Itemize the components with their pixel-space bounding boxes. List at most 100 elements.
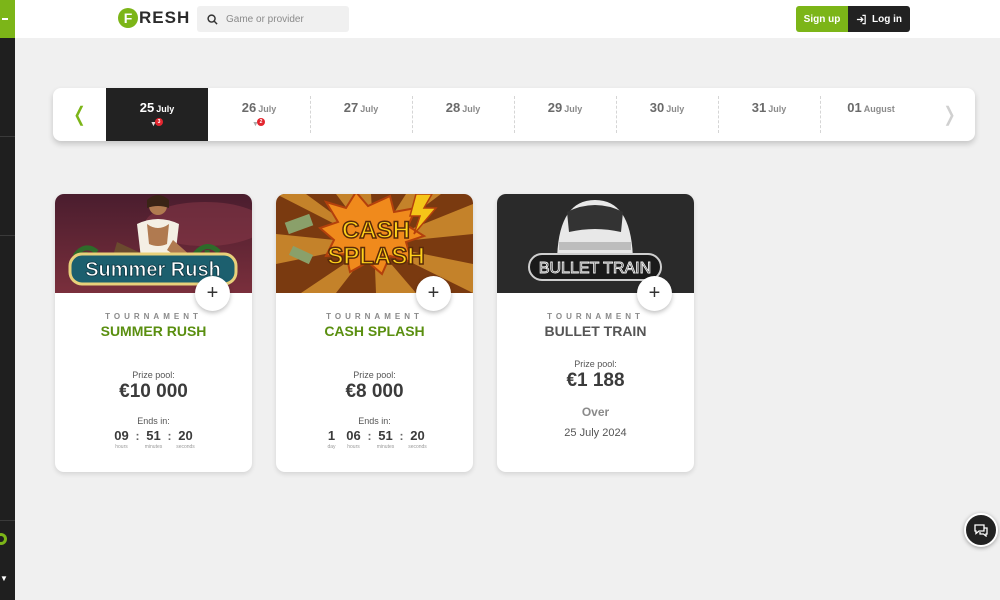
logo-mark: F: [118, 8, 138, 28]
chat-button[interactable]: [964, 513, 998, 547]
status-dot-icon[interactable]: [0, 533, 7, 545]
prize-pool-label: Prize pool:: [353, 370, 396, 380]
date-day: 30: [649, 100, 665, 115]
date-month: July: [462, 104, 481, 114]
tournament-count-badge: 2: [257, 118, 265, 126]
date-month: August: [863, 104, 895, 114]
date-day: 28: [445, 100, 461, 115]
signup-button[interactable]: Sign up: [796, 6, 848, 32]
plus-icon[interactable]: +: [637, 276, 672, 311]
date-tab[interactable]: 29 July: [514, 88, 616, 141]
login-label: Log in: [872, 13, 902, 25]
tournament-card[interactable]: BULLET TRAIN + TOURNAMENT BULLET TRAIN P…: [497, 194, 694, 472]
rail-divider: [0, 136, 15, 137]
tournament-count-badge: 3: [155, 118, 163, 126]
timer-unit: seconds: [176, 444, 195, 450]
date-month: July: [258, 104, 277, 114]
timer-unit: minutes: [144, 444, 163, 450]
search-box[interactable]: [197, 6, 349, 32]
timer-value: 20: [410, 428, 425, 443]
timer-seconds: 20 seconds: [407, 428, 429, 451]
date-day: 31: [751, 100, 767, 115]
prize-pool-amount: €1 188: [566, 370, 625, 391]
date-month: July: [666, 104, 685, 114]
timer-separator: :: [167, 429, 172, 443]
timer-value: 09: [114, 428, 129, 443]
timer-unit: day: [327, 444, 336, 450]
date-day: 26: [241, 100, 257, 115]
date-tab[interactable]: 26 July ▼ 2: [208, 88, 310, 141]
banner-title: Summer Rush: [85, 259, 221, 281]
prize-pool-amount: €8 000: [345, 381, 404, 402]
tournament-name: CASH SPLASH: [324, 323, 425, 339]
search-icon: [207, 13, 218, 25]
date-day: 29: [547, 100, 563, 115]
top-header: F RESH Sign up Log in: [15, 0, 1000, 38]
tournament-card[interactable]: CASH SPLASH + TOURNAMENT CASH SPLASH Pri…: [276, 194, 473, 472]
date-month: July: [360, 104, 379, 114]
timer-separator: :: [135, 429, 140, 443]
login-icon: [856, 14, 866, 24]
date-selector: ❬ 25 July ▼ 3 26 July ▼ 2 27 July 28 July 29…: [53, 88, 975, 141]
logo-wordmark: RESH: [139, 8, 191, 27]
timer-minutes: 51 minutes: [375, 428, 397, 451]
plus-icon[interactable]: +: [416, 276, 451, 311]
timer-value: 1: [327, 428, 336, 443]
date-tab[interactable]: 30 July: [616, 88, 718, 141]
tournament-card[interactable]: Summer Rush + TOURNAMENT SUMMER RUSH Pri…: [55, 194, 252, 472]
timer-unit: hours: [347, 444, 360, 450]
prize-pool-label: Prize pool:: [132, 370, 175, 380]
countdown-timer: 1 day 06 hours : 51 minutes : 20 seconds: [276, 428, 473, 451]
date-month: July: [768, 104, 787, 114]
timer-seconds: 20 seconds: [175, 428, 197, 451]
ends-in-label: Ends in:: [358, 416, 391, 426]
login-button[interactable]: Log in: [848, 6, 910, 32]
date-tab[interactable]: 25 July ▼ 3: [106, 88, 208, 141]
timer-value: 51: [378, 428, 393, 443]
prize-pool-amount: €10 000: [119, 381, 188, 402]
chat-icon: [974, 524, 988, 537]
date-day: 27: [343, 100, 359, 115]
timer-separator: :: [367, 429, 372, 443]
tournament-end-date: 25 July 2024: [564, 427, 627, 439]
timer-hours: 09 hours: [111, 428, 133, 451]
tournament-name: SUMMER RUSH: [100, 323, 207, 339]
chevron-left-icon[interactable]: ❬: [53, 88, 106, 141]
chevron-right-icon[interactable]: ❭: [924, 88, 975, 141]
date-tab[interactable]: 31 July: [718, 88, 820, 141]
prize-pool-label: Prize pool:: [574, 359, 617, 369]
timer-minutes: 51 minutes: [143, 428, 165, 451]
banner-title: BULLET TRAIN: [539, 260, 651, 277]
timer-unit: hours: [115, 444, 128, 450]
search-input[interactable]: [226, 13, 341, 25]
tournament-kicker: TOURNAMENT: [105, 312, 202, 321]
timer-value: 20: [178, 428, 193, 443]
date-tab[interactable]: 28 July: [412, 88, 514, 141]
plus-icon[interactable]: +: [195, 276, 230, 311]
date-month: July: [156, 104, 175, 114]
rail-divider: [0, 235, 15, 236]
logo[interactable]: F RESH: [118, 8, 190, 28]
menu-toggle[interactable]: [0, 0, 15, 38]
timer-value: 51: [146, 428, 161, 443]
ends-in-label: Ends in:: [137, 416, 170, 426]
date-month: July: [564, 104, 583, 114]
rail-divider: [0, 520, 15, 521]
tournament-status: Over: [581, 405, 610, 419]
date-day: 25: [139, 100, 155, 115]
date-tab[interactable]: 27 July: [310, 88, 412, 141]
tournament-name: BULLET TRAIN: [544, 323, 647, 339]
tournament-kicker: TOURNAMENT: [547, 312, 644, 321]
tournament-kicker: TOURNAMENT: [326, 312, 423, 321]
timer-days: 1 day: [321, 428, 343, 451]
date-day: 01: [847, 100, 862, 115]
left-rail: ▼: [0, 0, 15, 600]
timer-value: 06: [346, 428, 361, 443]
date-tab[interactable]: 01 August: [820, 88, 922, 141]
banner-title-line1: CASH: [342, 217, 410, 244]
tournament-indicator: ▼ 3: [150, 118, 164, 130]
timer-unit: seconds: [408, 444, 427, 450]
chevron-down-icon[interactable]: ▼: [0, 574, 8, 583]
countdown-timer: 09 hours : 51 minutes : 20 seconds: [55, 428, 252, 451]
timer-unit: minutes: [376, 444, 395, 450]
